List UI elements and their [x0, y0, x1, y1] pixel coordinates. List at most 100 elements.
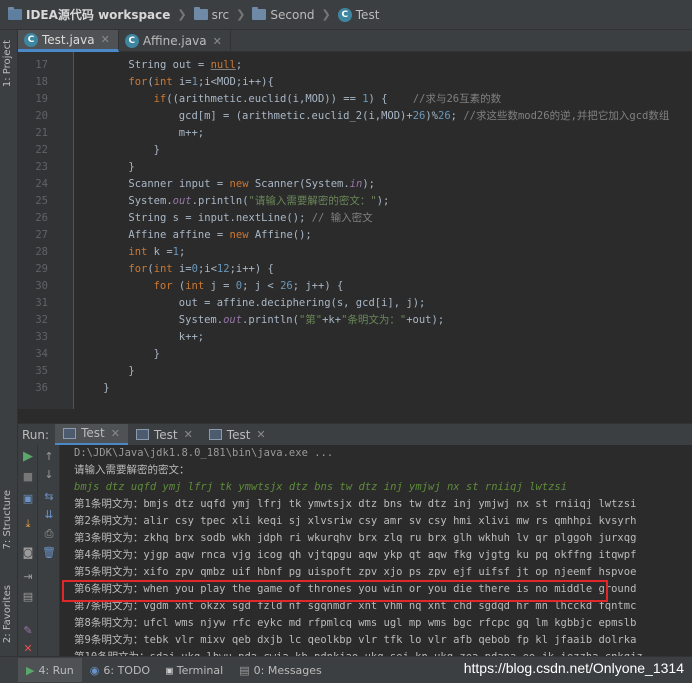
close-icon[interactable]: ✕: [21, 641, 35, 655]
line-number: 17: [35, 59, 48, 71]
tool-window-favorites[interactable]: 2: Favorites: [2, 585, 13, 643]
tab-affine-java[interactable]: C Affine.java ✕: [119, 30, 231, 52]
code-line[interactable]: 30 for (int j = 0; j < 26; j++) {: [18, 278, 692, 295]
run-panel-header: Run: Test ✕ Test ✕ Test ✕: [18, 423, 692, 446]
console-output[interactable]: D:\JDK\Java\jdk1.8.0_181\bin\java.exe ..…: [60, 445, 692, 656]
arrow-down-icon[interactable]: ↓: [42, 467, 56, 481]
code-text: for (int j = 0; j < 26; j++) {: [153, 280, 344, 292]
breadcrumb-label: IDEA源代码 workspace: [26, 8, 171, 22]
code-line[interactable]: 36}: [18, 380, 692, 397]
console-icon: [208, 429, 222, 440]
code-line[interactable]: 32 System.out.println("第"+k+"条明文为："+out);: [18, 312, 692, 329]
gutter-marker: [54, 312, 74, 329]
code-text: k++;: [178, 331, 205, 343]
run-tab-label: Test: [81, 426, 105, 440]
bottom-tab-messages[interactable]: ▤ 0: Messages: [231, 658, 330, 682]
gutter-marker: [54, 363, 74, 380]
restore-layout-icon[interactable]: ▣: [21, 491, 35, 505]
line-number: 22: [35, 144, 48, 156]
run-tab[interactable]: Test ✕: [201, 424, 274, 446]
close-icon[interactable]: ✕: [256, 428, 265, 441]
left-tool-strip: 1: Project 7: Structure 2: Favorites: [0, 30, 18, 656]
code-editor[interactable]: 17 String out = null; 18 for(int i=1;i<MOD;…: [18, 52, 692, 409]
code-line[interactable]: 17 String out = null;: [18, 57, 692, 74]
tool-window-project[interactable]: 1: Project: [2, 40, 13, 87]
code-line[interactable]: 29 for(int i=0;i<12;i++) {: [18, 261, 692, 278]
tab-test-java[interactable]: C Test.java ✕: [18, 30, 119, 52]
run-label: Run:: [22, 427, 50, 442]
code-line[interactable]: 35}: [18, 363, 692, 380]
run-tab[interactable]: Test ✕: [128, 424, 201, 446]
breadcrumb-src[interactable]: src: [190, 4, 234, 26]
project-folder-icon: [8, 7, 22, 20]
code-line[interactable]: 24 Scanner input = new Scanner(System.in)…: [18, 176, 692, 193]
tab-label: Test.java: [42, 32, 95, 47]
bottom-tab-label: 0: Messages: [253, 663, 322, 677]
gutter-marker: [54, 159, 74, 176]
code-line[interactable]: 18 for(int i=1;i<MOD;i++){: [18, 74, 692, 91]
console-toolbar: ↑ ↓ ⇆ ⇊ ⎙ 🗑: [38, 445, 60, 656]
line-number: 27: [35, 229, 48, 241]
bottom-tab-terminal[interactable]: ▣ Terminal: [158, 658, 231, 682]
camera-icon[interactable]: ◙: [21, 545, 35, 559]
messages-icon: ▤: [239, 663, 250, 677]
bottom-tab-run[interactable]: ▶ 4: Run: [18, 658, 82, 682]
rerun-icon[interactable]: ▶: [21, 449, 35, 464]
code-line[interactable]: 34}: [18, 346, 692, 363]
code-line[interactable]: 33 k++;: [18, 329, 692, 346]
code-text: for(int i=1;i<MOD;i++){: [128, 76, 274, 88]
code-line[interactable]: 20 gcd[m] = (arithmetic.euclid_2(i,MOD)+2…: [18, 108, 692, 125]
scroll-to-end-icon[interactable]: ⇊: [42, 507, 56, 521]
gutter-marker: [54, 329, 74, 346]
stop-icon[interactable]: ■: [21, 469, 35, 483]
chevron-right-icon: ❯: [321, 8, 331, 21]
pin-icon[interactable]: ⤓: [21, 517, 35, 531]
code-line[interactable]: 19 if((arithmetic.euclid(i,MOD)) == 1) { …: [18, 91, 692, 108]
class-icon: C: [24, 32, 38, 47]
code-line[interactable]: 21 m++;: [18, 125, 692, 142]
code-text: gcd[m] = (arithmetic.euclid_2(i,MOD)+26)…: [178, 110, 670, 122]
arrow-up-icon[interactable]: ↑: [42, 449, 56, 463]
layout-icon[interactable]: ▤: [21, 589, 35, 603]
close-icon[interactable]: ✕: [213, 35, 222, 48]
navigation-bar: IDEA源代码 workspace ❯ src ❯ Second ❯ C Tes…: [0, 0, 692, 30]
gutter-marker: [54, 91, 74, 108]
trash-icon[interactable]: 🗑: [42, 545, 56, 559]
breadcrumb-package[interactable]: Second: [248, 4, 318, 26]
soft-wrap-icon[interactable]: ⇆: [42, 489, 56, 503]
gutter-marker: [54, 108, 74, 125]
login-icon[interactable]: ⇥: [21, 569, 35, 583]
pin-tab-icon[interactable]: ✎: [21, 623, 35, 637]
console-result-line: 第8条明文为：ufcl wms njyw rfc eykc md rfpmlcq…: [74, 617, 637, 629]
breadcrumb-class[interactable]: C Test: [334, 4, 384, 26]
code-line[interactable]: 28 int k =1;: [18, 244, 692, 261]
run-tab[interactable]: Test ✕: [55, 423, 128, 446]
folder-icon: [193, 7, 208, 20]
close-icon[interactable]: ✕: [184, 428, 193, 441]
code-line[interactable]: 27 Affine affine = new Affine();: [18, 227, 692, 244]
console-result-line: 第9条明文为：tebk vlr mixv qeb dxjb lc qeolkbp…: [74, 634, 637, 646]
breadcrumb-label: Second: [270, 7, 315, 22]
console-user-input: bmjs dtz uqfd ymj lfrj tk ymwtsjx dtz bn…: [74, 481, 568, 493]
code-text: if((arithmetic.euclid(i,MOD)) == 1) { //…: [153, 93, 502, 105]
code-line[interactable]: 23}: [18, 159, 692, 176]
tool-window-structure[interactable]: 7: Structure: [2, 490, 13, 549]
line-number: 26: [35, 212, 48, 224]
watermark: https://blog.csdn.net/Onlyone_1314: [463, 660, 684, 676]
breadcrumb-project[interactable]: IDEA源代码 workspace: [4, 4, 174, 26]
editor-tab-bar: C Test.java ✕ C Affine.java ✕: [18, 30, 692, 52]
close-icon[interactable]: ✕: [111, 427, 120, 440]
breadcrumb-label: src: [211, 7, 230, 22]
chevron-right-icon: ❯: [177, 8, 187, 21]
gutter-marker: [54, 380, 74, 397]
bottom-tab-todo[interactable]: ◉ 6: TODO: [82, 658, 158, 682]
code-line[interactable]: 26 String s = input.nextLine(); // 输入密文: [18, 210, 692, 227]
line-number: 36: [35, 382, 48, 394]
line-number: 18: [35, 76, 48, 88]
code-line[interactable]: 22}: [18, 142, 692, 159]
code-line[interactable]: 31 out = affine.deciphering(s, gcd[i], j)…: [18, 295, 692, 312]
code-text: String s = input.nextLine(); // 输入密文: [128, 212, 373, 224]
print-icon[interactable]: ⎙: [42, 527, 56, 541]
code-line[interactable]: 25 System.out.println("请输入需要解密的密文：");: [18, 193, 692, 210]
close-icon[interactable]: ✕: [101, 33, 110, 46]
